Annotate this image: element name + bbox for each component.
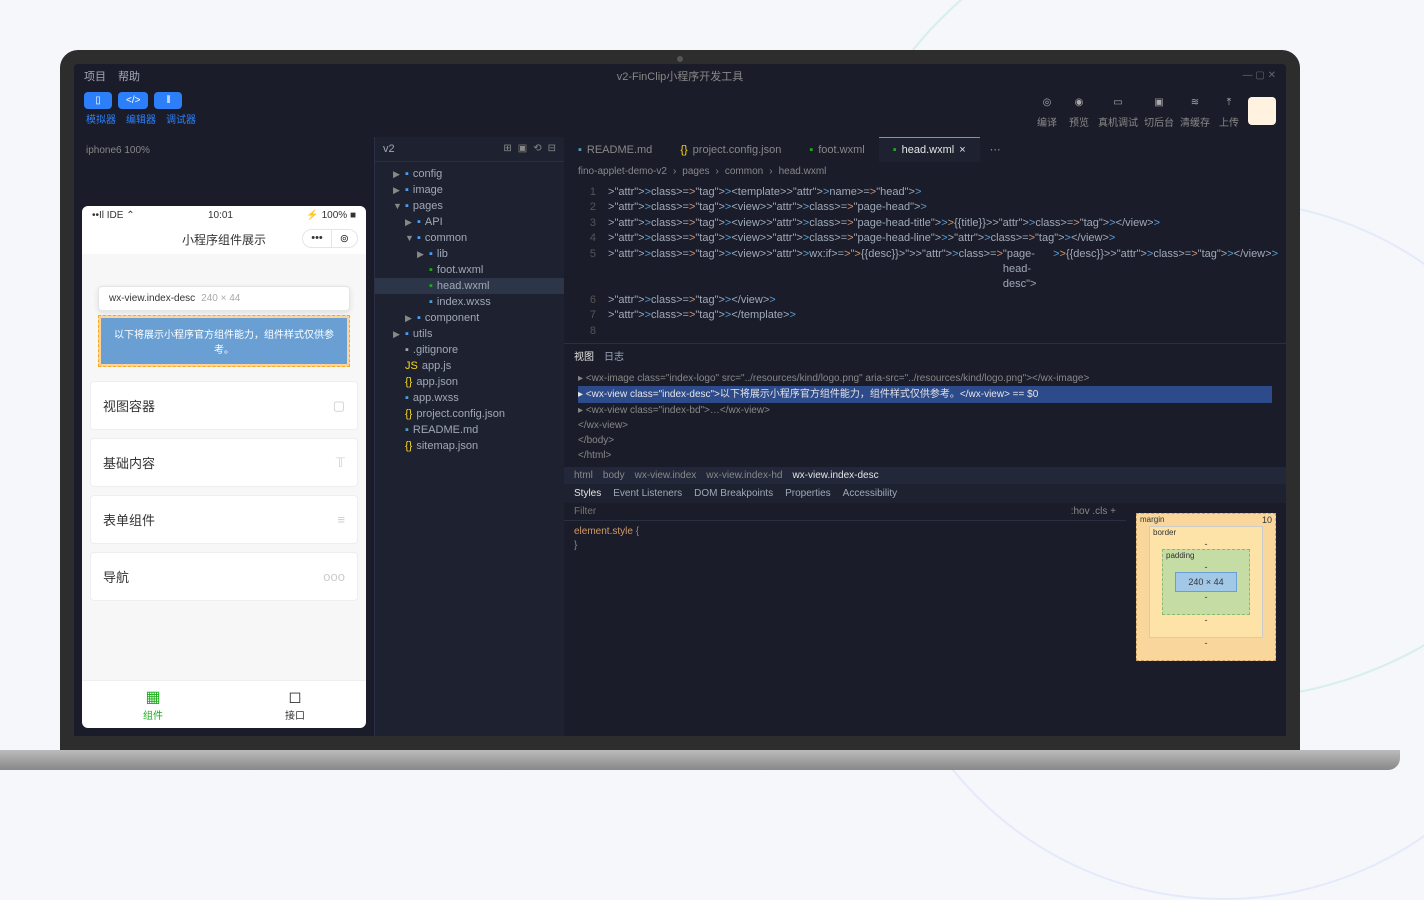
debugger-toggle-icon[interactable]: ⫴: [154, 92, 182, 109]
tab-component[interactable]: ▦组件: [82, 681, 224, 728]
editor-toggle-icon[interactable]: </>: [118, 92, 148, 109]
laptop-frame: v2-FinClip小程序开发工具 — ▢ ✕ 项目 帮助 ▯ </> ⫴ 模拟…: [60, 50, 1300, 770]
styles-tab[interactable]: DOM Breakpoints: [694, 488, 773, 499]
styles-tab[interactable]: Event Listeners: [613, 488, 682, 499]
styles-filter-input[interactable]: [574, 506, 1071, 517]
menu-help[interactable]: 帮助: [118, 68, 140, 84]
editor-tab[interactable]: {}project.config.json: [666, 137, 795, 162]
simulator-panel: iphone6 100% ••Il IDE ⌃ 10:01 ⚡ 100% ■ 小…: [74, 137, 374, 736]
editor-panel: ▪README.md{}project.config.json▪foot.wxm…: [564, 137, 1286, 736]
tree-item[interactable]: ▼▪ common: [375, 230, 564, 246]
user-avatar[interactable]: [1248, 97, 1276, 125]
menu-item[interactable]: 基础内容𝕋: [90, 438, 358, 487]
editor-label: 编辑器: [124, 111, 158, 126]
project-root: v2: [383, 143, 395, 155]
breadcrumb: fino-applet-demo-v2›pages›common›head.wx…: [564, 162, 1286, 181]
preview-button[interactable]: ◉预览: [1066, 92, 1092, 129]
tree-item[interactable]: ▪ foot.wxml: [375, 262, 564, 278]
phone-preview: ••Il IDE ⌃ 10:01 ⚡ 100% ■ 小程序组件展示 •••⊚ w…: [82, 206, 366, 728]
panel-tab-inspect[interactable]: 视图: [574, 348, 594, 363]
clock: 10:01: [208, 210, 233, 221]
menu-item[interactable]: 导航ooo: [90, 552, 358, 601]
hov-toggle[interactable]: :hov .cls +: [1071, 506, 1116, 517]
menu-item[interactable]: 表单组件≡: [90, 495, 358, 544]
editor-tab[interactable]: ▪README.md: [564, 137, 666, 162]
tree-item[interactable]: ▼▪ pages: [375, 198, 564, 214]
file-explorer: v2 ⊞ ▣ ⟲ ⊟ ▶▪ config▶▪ image▼▪ pages▶▪ A…: [374, 137, 564, 736]
capsule-button[interactable]: •••⊚: [302, 229, 358, 248]
tree-item[interactable]: JS app.js: [375, 358, 564, 374]
box-model: margin10 border- padding- 240 × 44- - -: [1126, 503, 1286, 678]
tree-item[interactable]: {} sitemap.json: [375, 438, 564, 454]
tree-item[interactable]: ▪ head.wxml: [375, 278, 564, 294]
page-title: 小程序组件展示: [182, 233, 266, 247]
device-info: iphone6 100%: [82, 145, 366, 156]
styles-tab[interactable]: Accessibility: [843, 488, 897, 499]
inspector-tooltip: wx-view.index-desc240 × 44: [98, 286, 350, 311]
battery-icon: ⚡ 100% ■: [306, 210, 356, 221]
tree-item[interactable]: ▶▪ component: [375, 310, 564, 326]
code-editor[interactable]: 1>"attr">>class>=>"tag">><template> >"at…: [564, 181, 1286, 343]
panel-tab-log[interactable]: 日志: [604, 348, 624, 363]
editor-tabs: ▪README.md{}project.config.json▪foot.wxm…: [564, 137, 1286, 162]
remote-debug-button[interactable]: ▭真机调试: [1098, 92, 1138, 129]
refresh-icon[interactable]: ⟲: [533, 143, 541, 155]
styles-tabs: Styles Event Listeners DOM Breakpoints Prop…: [564, 484, 1286, 503]
signal-icon: ••Il IDE ⌃: [92, 210, 135, 221]
style-rules[interactable]: element.style {}</span><span class="sel2…: [564, 521, 1126, 557]
ide-window: v2-FinClip小程序开发工具 — ▢ ✕ 项目 帮助 ▯ </> ⫴ 模拟…: [74, 64, 1286, 736]
tree-item[interactable]: ▶▪ image: [375, 182, 564, 198]
tree-item[interactable]: ▪ .gitignore: [375, 342, 564, 358]
tree-item[interactable]: {} app.json: [375, 374, 564, 390]
tree-item[interactable]: ▪ app.wxss: [375, 390, 564, 406]
tree-item[interactable]: {} project.config.json: [375, 406, 564, 422]
editor-tab[interactable]: ▪foot.wxml: [795, 137, 878, 162]
simulator-toggle-icon[interactable]: ▯: [84, 92, 112, 109]
compile-button[interactable]: ◎编译: [1034, 92, 1060, 129]
devtools-panel: 视图 日志 ▸ <wx-image class="index-logo" src…: [564, 343, 1286, 678]
tab-api[interactable]: ◻接口: [224, 681, 366, 728]
tree-item[interactable]: ▪ index.wxss: [375, 294, 564, 310]
window-controls[interactable]: — ▢ ✕: [1243, 70, 1276, 81]
new-file-icon[interactable]: ⊞: [503, 143, 511, 155]
tree-item[interactable]: ▶▪ lib: [375, 246, 564, 262]
tree-item[interactable]: ▪ README.md: [375, 422, 564, 438]
toolbar: ▯ </> ⫴ 模拟器 编辑器 调试器 ◎编译 ◉预览 ▭真机调试 ▣切后台: [74, 88, 1286, 137]
simulator-label: 模拟器: [84, 111, 118, 126]
collapse-icon[interactable]: ⊟: [548, 143, 556, 155]
highlighted-element: 以下将展示小程序官方组件能力，组件样式仅供参考。: [98, 315, 350, 367]
styles-tab[interactable]: Styles: [574, 488, 601, 499]
window-title: v2-FinClip小程序开发工具: [617, 68, 744, 84]
menu-item[interactable]: 视图容器▢: [90, 381, 358, 430]
new-folder-icon[interactable]: ▣: [518, 143, 527, 155]
close-icon[interactable]: ×: [959, 144, 965, 156]
element-path[interactable]: htmlbodywx-view.indexwx-view.index-hdwx-…: [564, 467, 1286, 484]
styles-tab[interactable]: Properties: [785, 488, 831, 499]
menu-project[interactable]: 项目: [84, 68, 106, 84]
tree-item[interactable]: ▶▪ config: [375, 166, 564, 182]
tree-item[interactable]: ▶▪ utils: [375, 326, 564, 342]
debugger-label: 调试器: [164, 111, 198, 126]
background-button[interactable]: ▣切后台: [1144, 92, 1174, 129]
tab-overflow[interactable]: ⋯: [980, 137, 1011, 162]
upload-button[interactable]: ⤒上传: [1216, 92, 1242, 129]
editor-tab[interactable]: ▪head.wxml×: [879, 137, 980, 162]
dom-tree[interactable]: ▸ <wx-image class="index-logo" src="../r…: [564, 367, 1286, 467]
tree-item[interactable]: ▶▪ API: [375, 214, 564, 230]
clear-cache-button[interactable]: ≋清缓存: [1180, 92, 1210, 129]
